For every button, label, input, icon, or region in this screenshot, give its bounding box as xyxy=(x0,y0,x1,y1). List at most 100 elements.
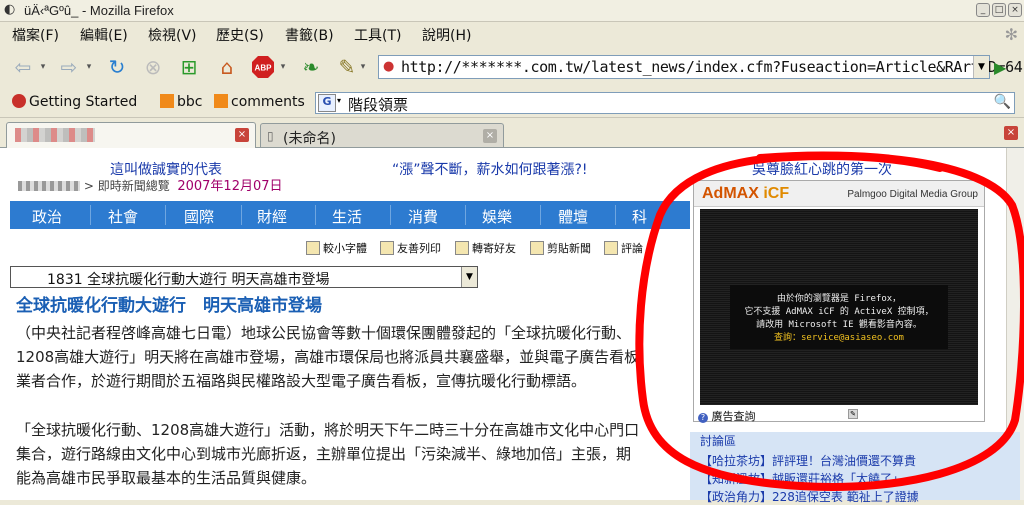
paragraph-line: 「全球抗暖化行動、1208高雄大遊行」活動，將於明天下午二時三十分在高雄市文化中… xyxy=(16,421,640,439)
paragraph-line: 業者合作，於遊行期間於五福路與民權路設大型電子廣告看板，宣傳抗暖化行動標語。 xyxy=(16,372,587,390)
ad-control-icon[interactable]: ✎ xyxy=(848,409,858,419)
navigation-toolbar: ⇦ ▾ ⇨ ▾ ↻ ⊗ ⊞ ⌂ ABP ▾ ❧ ✎ ▾ ● http://***… xyxy=(0,46,1024,88)
bookmark-bbc[interactable]: bbc xyxy=(160,94,202,110)
menu-tools[interactable]: 工具(T) xyxy=(354,25,401,45)
logo-sub: iCF xyxy=(758,185,790,202)
nav-life[interactable]: 生活 xyxy=(332,206,362,227)
nav-sports[interactable]: 體壇 xyxy=(558,206,588,227)
bookmarks-toolbar: Getting Started bbc comments G ▾ 階段領票 🔍 xyxy=(0,88,1024,118)
maximize-button[interactable]: □ xyxy=(992,3,1006,17)
paragraph-line: 能為高雄市民爭取最基本的生活品質與健康。 xyxy=(16,469,317,487)
site-favicon-icon: ● xyxy=(383,59,395,74)
close-window-button[interactable]: × xyxy=(1008,3,1022,17)
back-dropdown-icon[interactable]: ▾ xyxy=(38,54,48,80)
search-engine-dropdown-icon[interactable]: ▾ xyxy=(337,96,341,105)
adblock-icon[interactable]: ABP xyxy=(250,54,276,80)
nav-separator xyxy=(315,205,316,225)
ad-message-line: 由於你的瀏覽器是 Firefox， xyxy=(776,294,902,304)
tool-label: 評論 xyxy=(621,242,643,255)
nav-tech[interactable]: 科 xyxy=(632,206,647,227)
mail-icon xyxy=(455,241,469,255)
discussion-link[interactable]: 【知新溫故】越販還莊裕格「太饒了」 xyxy=(700,470,904,487)
extension-icon[interactable]: ✎ xyxy=(334,54,360,80)
article-headline: 全球抗暖化行動大遊行 明天高雄市登場 xyxy=(16,296,322,316)
bookmark-label: Getting Started xyxy=(29,94,138,110)
extension-dropdown-icon[interactable]: ▾ xyxy=(358,54,368,80)
go-arrow-icon[interactable]: ▶ xyxy=(994,58,1014,78)
tool-label: 較小字體 xyxy=(323,242,367,255)
menu-help[interactable]: 說明(H) xyxy=(422,25,471,45)
search-box[interactable]: G ▾ 階段領票 🔍 xyxy=(315,92,1015,114)
nav-finance[interactable]: 財經 xyxy=(257,206,287,227)
search-icon[interactable]: 🔍 xyxy=(994,94,1011,110)
menu-bookmarks[interactable]: 書籤(B) xyxy=(285,25,334,45)
minimize-button[interactable]: _ xyxy=(976,3,990,17)
bookmark-getting-started[interactable]: Getting Started xyxy=(12,94,137,110)
firefox-icon: ◐ xyxy=(4,2,16,17)
ad-group-name: Palmgoo Digital Media Group xyxy=(847,189,978,200)
nav-separator xyxy=(540,205,541,225)
bookmark-comments[interactable]: comments xyxy=(214,94,305,110)
forward-dropdown-icon[interactable]: ▾ xyxy=(84,54,94,80)
chevron-down-icon[interactable]: ▼ xyxy=(461,267,477,287)
menu-view[interactable]: 檢視(V) xyxy=(148,25,197,45)
nav-consumer[interactable]: 消費 xyxy=(408,206,438,227)
search-engine-icon[interactable]: G xyxy=(318,94,336,112)
nav-society[interactable]: 社會 xyxy=(108,206,138,227)
article-paragraph-2: 「全球抗暖化行動、1208高雄大遊行」活動，將於明天下午二時三十分在高雄市文化中… xyxy=(16,418,684,490)
close-all-tabs-icon[interactable]: × xyxy=(1004,126,1018,140)
discussion-link[interactable]: 【哈拉茶坊】評評理！台灣油價還不算貴 xyxy=(700,452,916,469)
menu-file[interactable]: 檔案(F) xyxy=(12,25,59,45)
address-bar[interactable]: ● http://*******.com.tw/latest_news/inde… xyxy=(378,55,1023,79)
tool-smaller-font[interactable]: 較小字體 xyxy=(306,240,367,256)
nav-entertainment[interactable]: 娛樂 xyxy=(482,206,512,227)
nav-separator xyxy=(465,205,466,225)
address-url[interactable]: http://*******.com.tw/latest_news/index.… xyxy=(401,58,1023,76)
font-size-icon xyxy=(306,241,320,255)
getting-started-icon xyxy=(12,94,26,108)
new-tab-plus-icon[interactable]: ⊞ xyxy=(176,54,202,80)
menu-history[interactable]: 歷史(S) xyxy=(216,25,264,45)
tab-active[interactable]: × xyxy=(6,122,256,148)
stop-icon[interactable]: ⊗ xyxy=(140,54,166,80)
admax-logo: AdMAX iCF xyxy=(702,185,789,203)
rss-feed-icon xyxy=(214,94,228,108)
ad-contact-email[interactable]: 查詢：service@asiaseo.com xyxy=(730,330,948,343)
tab-bar: × ▯ (未命名) × xyxy=(0,118,1024,148)
discussion-link[interactable]: 【政治角力】228追保空表 範祉上了證據 xyxy=(700,488,919,505)
ad-message-line: 請改用 Microsoft IE 觀看影音內容。 xyxy=(756,320,922,330)
reload-icon[interactable]: ↻ xyxy=(104,54,130,80)
rss-feed-icon xyxy=(160,94,174,108)
menu-edit[interactable]: 編輯(E) xyxy=(80,25,128,45)
home-icon[interactable]: ⌂ xyxy=(214,54,240,80)
tool-clip[interactable]: 剪貼新聞 xyxy=(530,240,591,256)
address-dropdown-icon[interactable]: ▼ xyxy=(973,56,989,78)
promo-link[interactable]: “漲”聲不斷，薪水如何跟著漲?! xyxy=(392,159,588,179)
tool-comment[interactable]: 評論 xyxy=(604,240,643,256)
tab-untitled[interactable]: ▯ (未命名) × xyxy=(260,123,504,147)
adblock-dropdown-icon[interactable]: ▾ xyxy=(278,54,288,80)
tool-print[interactable]: 友善列印 xyxy=(380,240,441,256)
ad-player: AdMAX iCF Palmgoo Digital Media Group 由於… xyxy=(693,180,985,424)
print-icon xyxy=(380,241,394,255)
tool-forward[interactable]: 轉寄好友 xyxy=(455,240,516,256)
nav-separator xyxy=(90,205,91,225)
close-tab-icon[interactable]: × xyxy=(483,129,497,143)
nav-politics[interactable]: 政治 xyxy=(32,206,62,227)
leaf-icon[interactable]: ❧ xyxy=(298,54,324,80)
clip-icon xyxy=(530,241,544,255)
breadcrumb-section[interactable]: 即時新聞總覽 xyxy=(98,179,170,193)
ad-inquiry-link[interactable]: ? 廣告查詢 xyxy=(698,408,756,424)
nav-separator xyxy=(241,205,242,225)
nav-international[interactable]: 國際 xyxy=(184,206,214,227)
ad-inquiry-label: 廣告查詢 xyxy=(711,410,756,423)
tool-label: 剪貼新聞 xyxy=(547,242,591,255)
close-tab-icon[interactable]: × xyxy=(235,128,249,142)
promo-link[interactable]: 吳尊臉紅心跳的第一次 xyxy=(752,159,892,179)
back-arrow-icon[interactable]: ⇦ xyxy=(10,54,36,80)
document-icon: ▯ xyxy=(267,129,274,143)
article-paragraph-1: （中央社記者程啓峰高雄七日電）地球公民協會等數十個環保團體發起的「全球抗暖化行動… xyxy=(16,321,684,393)
search-input[interactable]: 階段領票 xyxy=(348,94,408,115)
article-select[interactable]: 1831 全球抗暖化行動大遊行 明天高雄市登場 ▼ xyxy=(10,266,478,288)
forward-arrow-icon[interactable]: ⇨ xyxy=(56,54,82,80)
